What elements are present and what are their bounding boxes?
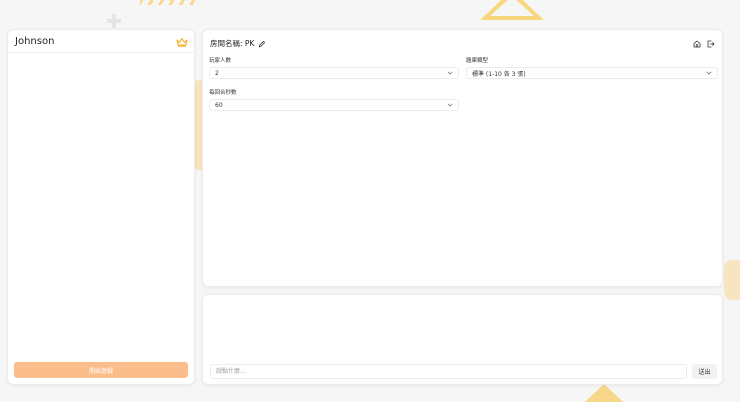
question-type-value: 標準 (1-10 各 3 張) (472, 70, 526, 78)
question-type-label: 題庫類型 (466, 58, 489, 64)
home-icon[interactable] (693, 40, 701, 48)
chevron-down-icon (447, 103, 453, 107)
chevron-down-icon (447, 71, 453, 75)
chevron-down-icon (706, 71, 712, 75)
player-count-select[interactable]: 2 (209, 67, 459, 79)
round-seconds-select[interactable]: 60 (209, 99, 459, 111)
logout-icon[interactable] (707, 40, 715, 48)
pencil-icon[interactable] (258, 40, 266, 48)
chat-input[interactable] (210, 364, 687, 379)
background-stripes (140, 0, 200, 5)
room-title: 房間名稱: PK (210, 39, 255, 48)
send-button[interactable]: 送出 (692, 364, 717, 379)
background-triangle-top (480, 0, 544, 20)
player-count-field: 玩家人數 2 (209, 56, 459, 79)
background-plus-icon (107, 14, 121, 28)
room-settings-panel: 房間名稱: PK 玩家人數 2 題庫類型 標準 (1-10 各 3 張) 每回合… (202, 29, 723, 287)
background-triangle-bottom (572, 384, 636, 402)
settings-header: 房間名稱: PK (203, 30, 722, 50)
player-count-value: 2 (215, 69, 219, 77)
header-actions (693, 40, 715, 48)
start-game-button[interactable]: 開始遊戲 (14, 362, 188, 378)
background-band-right (724, 260, 740, 300)
round-seconds-field: 每回合秒數 60 (209, 88, 459, 111)
player-list-panel: Johnson 開始遊戲 (7, 29, 195, 385)
player-row: Johnson (8, 30, 194, 53)
question-type-select[interactable]: 標準 (1-10 各 3 張) (466, 67, 718, 79)
player-name: Johnson (15, 36, 55, 47)
question-type-field: 題庫類型 標準 (1-10 各 3 張) (466, 56, 718, 79)
round-seconds-label: 每回合秒數 (209, 90, 237, 96)
chat-panel: 送出 (202, 294, 723, 385)
crown-icon (176, 37, 188, 47)
round-seconds-value: 60 (215, 101, 223, 109)
player-count-label: 玩家人數 (209, 58, 232, 64)
room-title-group: 房間名稱: PK (210, 38, 266, 49)
